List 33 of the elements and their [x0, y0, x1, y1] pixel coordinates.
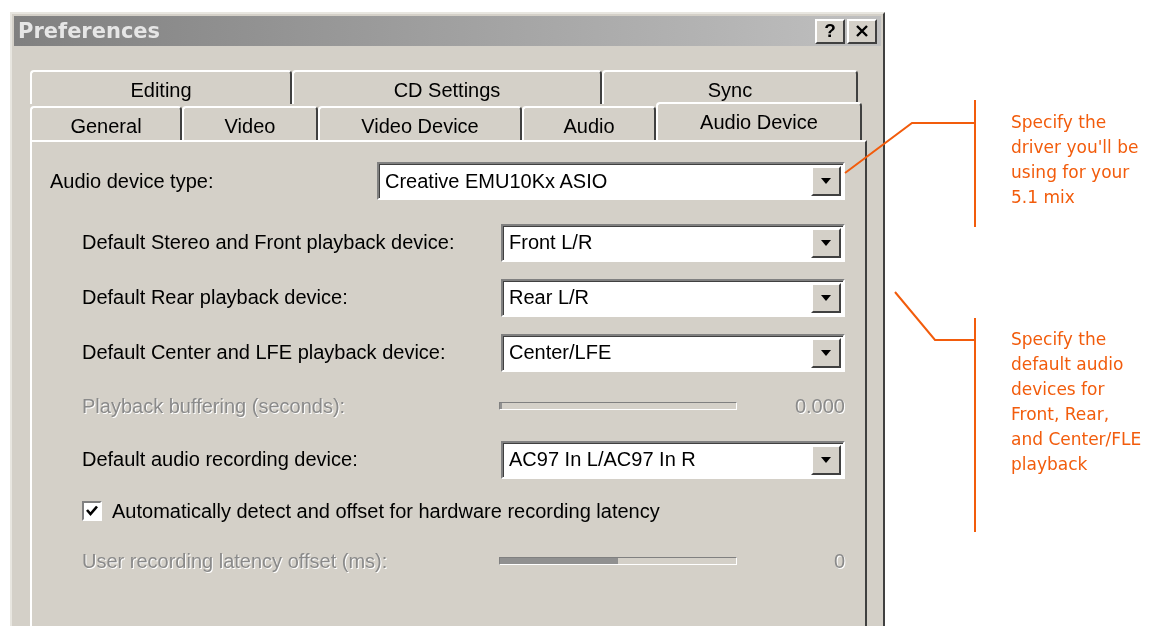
- field-label: Audio device type:: [50, 169, 215, 193]
- dropdown[interactable]: Creative EMU10Kx ASIO: [377, 162, 845, 200]
- tab[interactable]: Video: [182, 106, 318, 140]
- field-label: Default Stereo and Front playback device:: [82, 231, 456, 254]
- dropdown[interactable]: Center/LFE: [501, 333, 845, 372]
- tab[interactable]: CD Settings: [292, 70, 602, 104]
- annotation-text: Specify the driver you'll be using for your 5.1 mix: [1011, 111, 1139, 209]
- field-label: User recording latency offset (ms):: [82, 549, 389, 573]
- field-label: Default Rear playback device:: [82, 286, 349, 309]
- slider[interactable]: [499, 402, 737, 410]
- close-button[interactable]: [847, 18, 877, 44]
- help-button[interactable]: ?: [815, 18, 845, 44]
- window-title: Preferences: [18, 19, 161, 43]
- tab[interactable]: Editing: [30, 70, 292, 104]
- dropdown[interactable]: Front L/R: [501, 223, 845, 262]
- annotation-text: Specify the default audio devices for Front, Rear, and Center/FLE playback: [1011, 328, 1142, 476]
- tab[interactable]: Sync: [602, 70, 858, 104]
- tab[interactable]: General: [30, 106, 182, 140]
- field-label: Default Center and LFE playback device:: [82, 341, 447, 364]
- field-label: Playback buffering (seconds):: [82, 394, 347, 418]
- tab[interactable]: Video Device: [318, 106, 522, 140]
- tab[interactable]: Audio Device: [656, 102, 862, 140]
- checkmark-icon: [85, 504, 99, 518]
- checkbox-label: Automatically detect and offset for hardware recording latency: [112, 499, 660, 523]
- slider-value: 0: [832, 549, 845, 573]
- dropdown[interactable]: AC97 In L/AC97 In R: [501, 440, 845, 479]
- slider-value: 0.000: [793, 394, 845, 418]
- field-label: Default audio recording device:: [82, 448, 359, 471]
- checkbox[interactable]: [82, 501, 102, 521]
- tab[interactable]: Audio: [522, 106, 656, 140]
- slider[interactable]: [499, 557, 737, 565]
- close-icon: [855, 25, 869, 37]
- dropdown[interactable]: Rear L/R: [501, 278, 845, 317]
